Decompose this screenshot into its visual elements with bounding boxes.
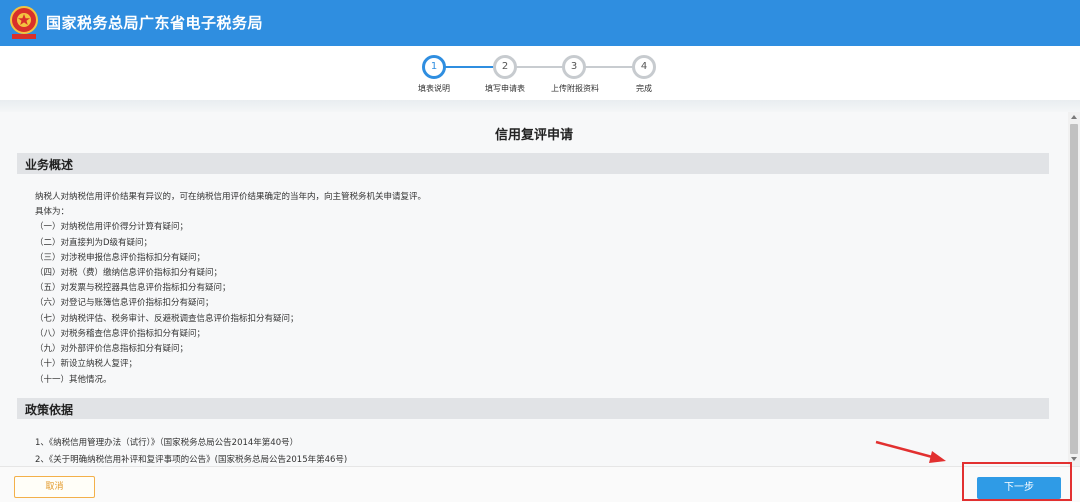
main-content: 信用复评申请 业务概述 纳税人对纳税信用评价结果有异议的，可在纳税信用评价结果确…	[0, 112, 1068, 466]
page-title: 信用复评申请	[494, 128, 573, 143]
tax-emblem-icon	[10, 6, 38, 39]
policy-item: 1、《纳税信用管理办法（试行）》（国家税务总局公告2014年第40号）	[35, 438, 299, 448]
step-connector	[585, 66, 633, 68]
step-2-indicator: 2	[493, 55, 517, 79]
list-item: （九）对外部评价信息指标扣分有疑问；	[35, 344, 189, 354]
scroll-up-arrow-icon[interactable]	[1071, 115, 1077, 119]
cancel-button[interactable]: 取消	[14, 476, 95, 498]
step-1-label: 填表说明	[418, 84, 450, 93]
action-footer: 取消 下一步	[0, 466, 1080, 502]
vertical-scrollbar[interactable]	[1068, 112, 1080, 466]
overview-intro: 纳税人对纳税信用评价结果有异议的，可在纳税信用评价结果确定的当年内，向主管税务机…	[35, 192, 427, 202]
section-title: 政策依据	[25, 403, 74, 417]
step-connector	[445, 66, 495, 68]
list-item: （六）对登记与账簿信息评价指标扣分有疑问；	[35, 298, 214, 308]
app-header: 国家税务总局广东省电子税务局	[0, 0, 1080, 46]
overview-specific: 具体为：	[35, 207, 70, 217]
next-step-button[interactable]: 下一步	[977, 477, 1061, 499]
list-item: （十一）其他情况。	[35, 375, 112, 385]
section-title: 业务概述	[25, 158, 74, 172]
list-item: （十）新设立纳税人复评；	[35, 359, 138, 369]
section-header-policy: 政策依据	[17, 398, 1049, 419]
list-item: （五）对发票与税控器具信息评价指标扣分有疑问；	[35, 283, 231, 293]
app-title: 国家税务总局广东省电子税务局	[46, 14, 264, 32]
policy-item: 2、《关于明确纳税信用补评和复评事项的公告》(国家税务总局公告2015年第46号…	[35, 455, 348, 465]
list-item: （八）对税务稽查信息评价指标扣分有疑问；	[35, 329, 206, 339]
list-item: （二）对直接判为D级有疑问；	[35, 238, 153, 248]
step-4-label: 完成	[636, 84, 652, 93]
step-1-indicator: 1	[422, 55, 446, 79]
step-progress-bar: 1 2 3 4 填表说明 填写申请表 上传附报资料 完成	[0, 46, 1080, 104]
section-header-overview: 业务概述	[17, 153, 1049, 174]
step-4-indicator: 4	[632, 55, 656, 79]
step-connector	[516, 66, 564, 68]
list-item: （一）对纳税信用评价得分计算有疑问；	[35, 222, 189, 232]
list-item: （四）对税（费）缴纳信息评价指标扣分有疑问；	[35, 268, 223, 278]
step-3-label: 上传附报资料	[551, 84, 599, 93]
list-item: （七）对纳税评估、税务审计、反避税调查信息评价指标扣分有疑问；	[35, 314, 299, 324]
stepbar-divider	[0, 100, 1080, 112]
step-2-label: 填写申请表	[485, 84, 525, 93]
list-item: （三）对涉税申报信息评价指标扣分有疑问；	[35, 253, 206, 263]
scroll-down-arrow-icon[interactable]	[1071, 457, 1077, 461]
scroll-thumb[interactable]	[1070, 124, 1078, 454]
step-3-indicator: 3	[562, 55, 586, 79]
